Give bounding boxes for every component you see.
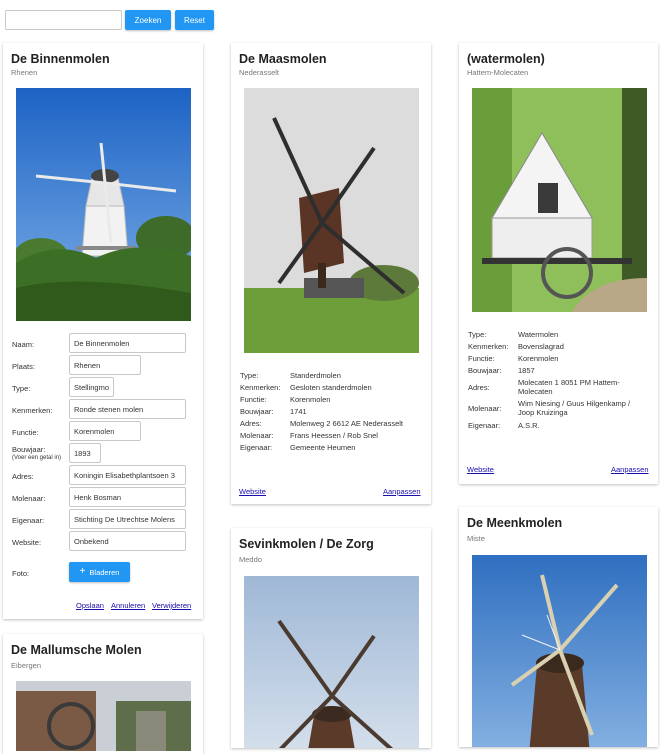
card-subtitle: Hattem-Molecaten [467, 68, 529, 77]
card-subtitle: Miste [467, 534, 485, 543]
label-plaats: Plaats: [12, 362, 35, 371]
label-molenaar: Molenaar: [12, 494, 46, 503]
mill-card: Sevinkmolen / De Zorg Meddo [231, 528, 431, 748]
info-key: Functie: [240, 395, 267, 404]
label-eigenaar: Eigenaar: [12, 516, 45, 525]
label-functie: Functie: [12, 428, 39, 437]
info-key: Molenaar: [240, 431, 274, 440]
mill-info: Type: Watermolen Kenmerken: Bovenslagrad F… [468, 330, 653, 430]
mill-card: De Meenkmolen Miste [459, 507, 658, 747]
watermill-photo [472, 88, 647, 312]
type-field[interactable] [69, 377, 114, 397]
windmill-photo [472, 555, 647, 747]
website-field[interactable] [69, 531, 186, 551]
bouwjaar-field[interactable] [69, 443, 101, 463]
plaats-field[interactable] [69, 355, 141, 375]
label-adres: Adres: [12, 472, 34, 481]
info-key: Type: [468, 330, 487, 339]
label-bouwjaar: Bouwjaar: [12, 445, 46, 454]
card-subtitle: Meddo [239, 555, 262, 564]
card-title: De Mallumsche Molen [11, 643, 142, 657]
reset-button[interactable]: Reset [175, 10, 214, 30]
watermill-photo [16, 681, 191, 751]
info-value: 1857 [518, 366, 535, 375]
info-value: Gemeente Heumen [290, 443, 356, 452]
label-type: Type: [12, 384, 31, 393]
search-button[interactable]: Zoeken [125, 10, 171, 30]
upload-photo-button[interactable]: + Bladeren [69, 562, 130, 582]
bouwjaar-hint: (Voer een getal in) [12, 455, 62, 461]
info-value: Watermolen [518, 330, 559, 339]
naam-field[interactable] [69, 333, 186, 353]
info-key: Kenmerken: [240, 383, 281, 392]
card-subtitle: Nederasselt [239, 68, 280, 77]
info-key: Adres: [468, 383, 490, 392]
info-key: Eigenaar: [468, 421, 501, 430]
label-kenmerken: Kenmerken: [12, 406, 53, 415]
delete-link[interactable]: Verwijderen [152, 601, 191, 610]
card-subtitle: Eibergen [11, 661, 42, 670]
kenmerken-field[interactable] [69, 399, 186, 419]
info-value: Korenmolen [518, 354, 559, 363]
info-key: Molenaar: [468, 404, 502, 413]
upload-label: Bladeren [89, 567, 120, 577]
card-title: De Binnenmolen [11, 52, 110, 66]
edit-link[interactable]: Aanpassen [611, 465, 649, 474]
label-naam: Naam: [12, 340, 35, 349]
plus-icon: + [79, 566, 86, 577]
info-value: Frans Heessen / Rob Snel [290, 431, 378, 440]
info-value: Standerdmolen [290, 371, 341, 380]
info-key: Bouwjaar: [240, 407, 274, 416]
website-link[interactable]: Website [467, 465, 494, 474]
info-value: A.S.R. [518, 421, 540, 430]
molenaar-field[interactable] [69, 487, 186, 507]
info-key: Eigenaar: [240, 443, 273, 452]
eigenaar-field[interactable] [69, 509, 186, 529]
cancel-link[interactable]: Annuleren [111, 601, 145, 610]
info-value: Bovenslagrad [518, 342, 564, 351]
card-title: Sevinkmolen / De Zorg [239, 537, 374, 551]
info-value: Molenweg 2 6612 AE Nederasselt [290, 419, 403, 428]
search-input[interactable] [5, 10, 122, 30]
mill-card: De Maasmolen Nederasselt Type: Standerdmo… [231, 43, 431, 504]
website-link[interactable]: Website [239, 487, 266, 496]
card-subtitle: Rhenen [11, 68, 38, 77]
label-foto: Foto: [12, 569, 30, 578]
info-value: Molecaten 1 8051 PM Hattem-Molecaten [518, 378, 620, 396]
info-key: Adres: [240, 419, 262, 428]
info-key: Type: [240, 371, 259, 380]
mill-edit-card: De Binnenmolen Rhenen Naam: Plaats: [3, 43, 203, 619]
mill-card: (watermolen) Hattem-Molecaten Type: Water… [459, 43, 658, 484]
info-value: 1741 [290, 407, 307, 416]
mill-card: De Mallumsche Molen Eibergen [3, 634, 203, 754]
mill-info: Type: Standerdmolen Kenmerken: Gesloten st… [240, 371, 425, 452]
windmill-photo [16, 88, 191, 321]
info-value: Korenmolen [290, 395, 331, 404]
info-value: Gesloten standerdmolen [290, 383, 372, 392]
save-link[interactable]: Opslaan [76, 601, 104, 610]
card-title: De Maasmolen [239, 52, 327, 66]
edit-link[interactable]: Aanpassen [383, 487, 421, 496]
functie-field[interactable] [69, 421, 141, 441]
card-title: De Meenkmolen [467, 516, 563, 530]
windmill-photo [244, 576, 419, 748]
info-key: Kenmerken: [468, 342, 509, 351]
info-value: Wim Niesing / Guus Hilgenkamp / Joop Kru… [518, 399, 631, 417]
adres-field[interactable] [69, 465, 186, 485]
windmill-photo [244, 88, 419, 353]
card-title: (watermolen) [467, 52, 545, 66]
info-key: Bouwjaar: [468, 366, 502, 375]
label-website: Website: [12, 538, 42, 547]
info-key: Functie: [468, 354, 495, 363]
